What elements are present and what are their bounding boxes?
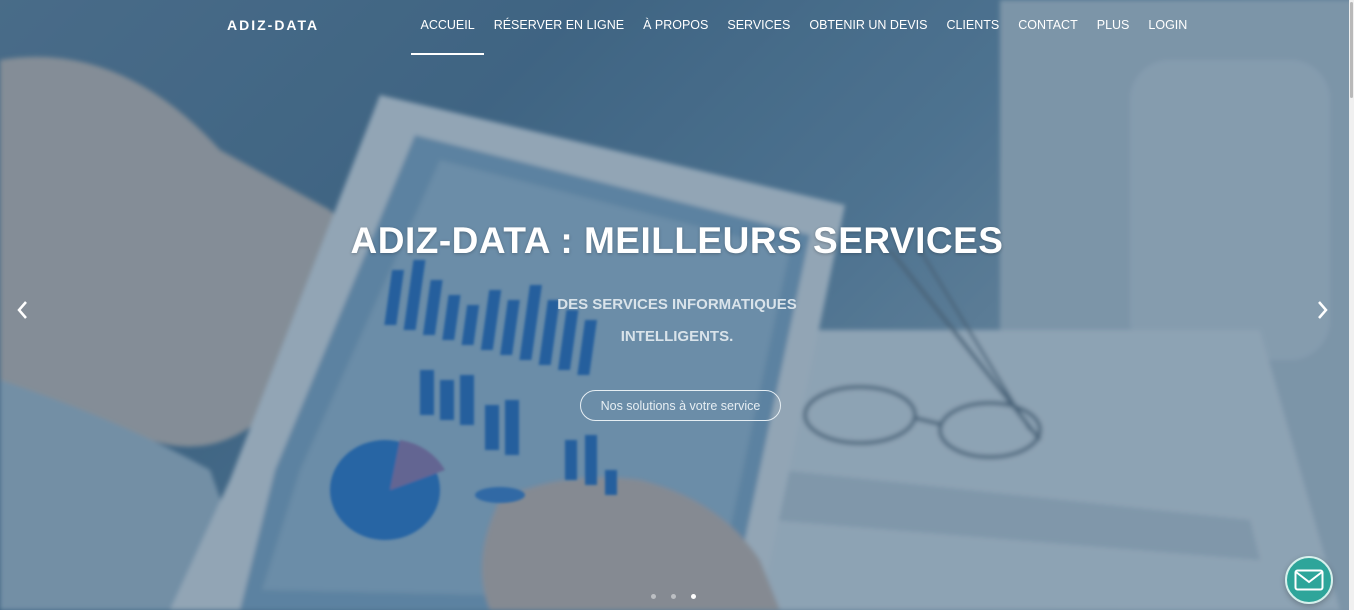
hero-subtitle-line2: INTELLIGENTS. [620,328,734,345]
hero-subtitle: DES SERVICES INFORMATIQUES INTELLIGENTS. [527,289,827,353]
hero-title: ADIZ-DATA : MEILLEURS SERVICES [350,220,1004,261]
top-navbar: ADIZ-DATA ACCUEIL RÉSERVER EN LIGNE À PR… [0,0,1354,56]
nav-item-a-propos[interactable]: À PROPOS [634,0,718,56]
carousel-dot-2[interactable] [671,594,676,599]
envelope-icon [1294,569,1324,591]
carousel-next-button[interactable] [1310,298,1334,322]
nav-item-accueil[interactable]: ACCUEIL [411,0,485,56]
nav-item-plus[interactable]: PLUS [1087,0,1139,56]
nav-item-devis[interactable]: OBTENIR UN DEVIS [800,0,937,56]
nav-item-clients[interactable]: CLIENTS [937,0,1009,56]
carousel-dot-1[interactable] [651,594,656,599]
chat-button[interactable] [1285,556,1333,604]
chevron-right-icon [1318,301,1328,319]
brand-logo[interactable]: ADIZ-DATA [227,17,319,33]
solutions-cta-button[interactable]: Nos solutions à votre service [580,390,781,421]
nav-item-reserver[interactable]: RÉSERVER EN LIGNE [484,0,633,56]
scrollbar-thumb[interactable] [1350,2,1353,98]
hero-carousel: ADIZ-DATA : MEILLEURS SERVICES DES SERVI… [0,0,1354,610]
nav-menu: ACCUEIL RÉSERVER EN LIGNE À PROPOS SERVI… [411,0,1197,56]
nav-item-services[interactable]: SERVICES [718,0,800,56]
page-scrollbar[interactable] [1349,0,1354,610]
carousel-indicators [651,594,696,599]
chevron-left-icon [17,301,27,319]
nav-item-contact[interactable]: CONTACT [1009,0,1088,56]
carousel-dot-3[interactable] [691,594,696,599]
nav-item-login[interactable]: LOGIN [1139,0,1197,56]
hero-subtitle-line1: DES SERVICES INFORMATIQUES [557,296,797,313]
carousel-prev-button[interactable] [11,298,35,322]
